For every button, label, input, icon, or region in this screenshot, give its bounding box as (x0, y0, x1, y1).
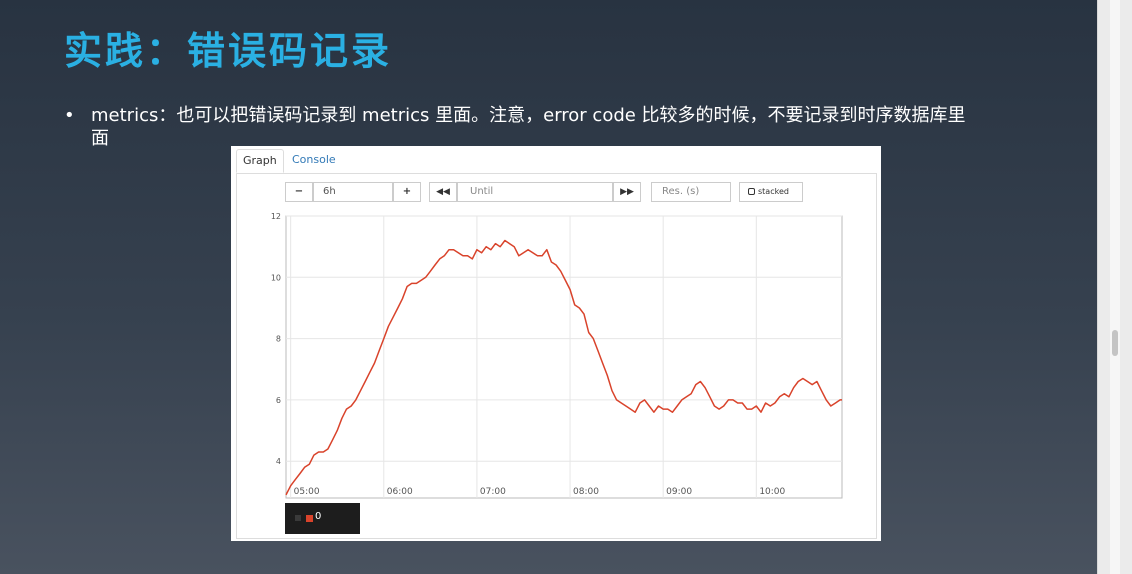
scroll-thumb[interactable] (1112, 330, 1118, 356)
bullet-text: metrics：也可以把错误码记录到 metrics 里面。注意，error c… (91, 105, 966, 149)
range-decrease-button[interactable]: − (285, 182, 313, 202)
bullet-dot: • (64, 105, 75, 126)
x-tick-label: 09:00 (666, 487, 692, 497)
stacked-label: stacked (758, 187, 789, 196)
until-input[interactable]: Until (457, 182, 613, 202)
vertical-scrollbar[interactable] (1097, 0, 1132, 574)
slide-title: 实践：错误码记录 (64, 29, 393, 73)
slide: 实践：错误码记录 • metrics：也可以把错误码记录到 metrics 里面… (0, 0, 1097, 574)
legend-swatch (306, 515, 313, 522)
x-tick-label: 05:00 (294, 487, 320, 497)
legend: 0 (285, 503, 360, 534)
legend-toggle-icon[interactable] (295, 515, 301, 521)
y-tick-label: 4 (276, 457, 281, 466)
prometheus-graph-panel: Graph Console − 6h + ◀◀ Until ▶▶ Res. (s… (231, 146, 881, 541)
legend-series-label: 0 (315, 511, 322, 522)
plot-area (285, 215, 843, 499)
stacked-toggle-button[interactable]: stacked (739, 182, 803, 202)
resolution-input[interactable]: Res. (s) (651, 182, 731, 202)
x-tick-label: 10:00 (759, 487, 785, 497)
line-chart: 4 6 8 10 12 05:00 06:00 07:00 08:00 09:00 10:00 (271, 212, 843, 499)
x-tick-label: 06:00 (387, 487, 413, 497)
y-tick-label: 12 (271, 212, 281, 221)
time-back-button[interactable]: ◀◀ (429, 182, 457, 202)
y-tick-label: 10 (271, 273, 281, 282)
range-input[interactable]: 6h (313, 182, 393, 202)
range-increase-button[interactable]: + (393, 182, 421, 202)
tab-console[interactable]: Console (286, 149, 342, 173)
y-tick-label: 6 (276, 396, 281, 405)
y-tick-label: 8 (276, 335, 281, 344)
stacked-checkbox-icon (748, 188, 755, 195)
scroll-track (1110, 0, 1120, 574)
x-tick-label: 08:00 (573, 487, 599, 497)
x-tick-label: 07:00 (480, 487, 506, 497)
time-forward-button[interactable]: ▶▶ (613, 182, 641, 202)
tab-bar: Graph Console (236, 149, 876, 174)
tab-graph[interactable]: Graph (236, 149, 284, 173)
